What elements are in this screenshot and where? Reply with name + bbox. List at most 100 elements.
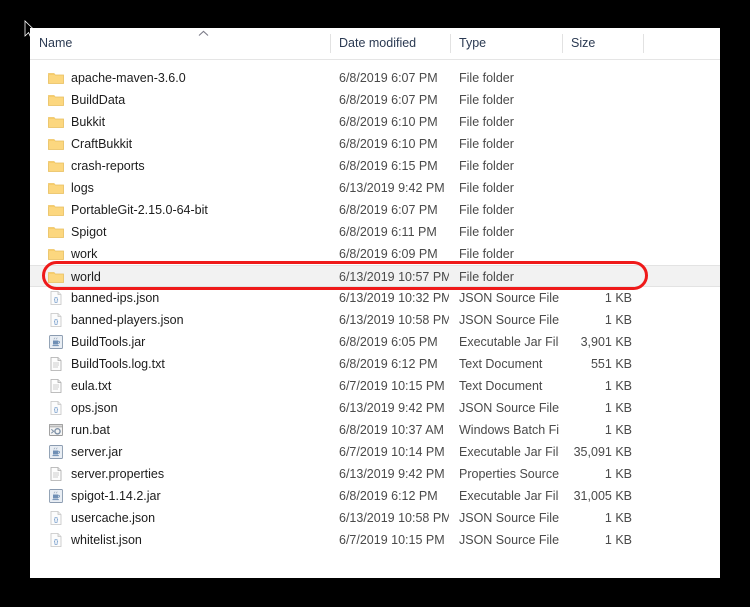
cell-date-modified: 6/8/2019 6:15 PM — [339, 159, 438, 173]
cell-type: File folder — [459, 93, 514, 107]
cell-file-name: PortableGit-2.15.0-64-bit — [71, 203, 208, 217]
cell-file-name: server.jar — [71, 445, 123, 459]
table-row[interactable]: spigot-1.14.2.jar 6/8/2019 6:12 PM Executa… — [30, 485, 720, 507]
table-row[interactable]: server.properties 6/13/2019 9:42 PM Proper… — [30, 463, 720, 485]
cell-file-name: CraftBukkit — [71, 137, 133, 151]
cell-type: JSON Source File — [459, 511, 559, 525]
cell-date-modified: 6/13/2019 10:32 PM — [339, 291, 449, 305]
table-row[interactable]: BuildTools.jar 6/8/2019 6:05 PM Executable… — [30, 331, 720, 353]
table-row[interactable]: {} banned-ips.json 6/13/2019 10:32 PM JSON … — [30, 287, 720, 309]
cell-size: 551 KB — [590, 357, 632, 371]
cell-date-modified: 6/13/2019 10:58 PM — [339, 511, 449, 525]
cell-date-modified: 6/7/2019 10:15 PM — [339, 533, 445, 547]
cell-size — [550, 155, 632, 177]
cell-size — [550, 199, 632, 221]
folder-icon — [48, 269, 64, 285]
jar-file-icon — [48, 334, 64, 350]
cell-file-name: work — [71, 247, 98, 261]
cell-type: File folder — [459, 181, 514, 195]
table-row[interactable]: BuildTools.log.txt 6/8/2019 6:12 PM Text D… — [30, 353, 720, 375]
cell-size — [550, 89, 632, 111]
table-row[interactable]: logs 6/13/2019 9:42 PM File folder — [30, 177, 720, 199]
cell-size: 1 KB — [604, 467, 632, 481]
cell-file-name: Bukkit — [71, 115, 106, 129]
cell-size: 1 KB — [604, 291, 632, 305]
table-row[interactable]: work 6/8/2019 6:09 PM File folder — [30, 243, 720, 265]
table-row[interactable]: BuildData 6/8/2019 6:07 PM File folder — [30, 89, 720, 111]
table-row[interactable]: PortableGit-2.15.0-64-bit 6/8/2019 6:07 P… — [30, 199, 720, 221]
cell-file-name: BuildData — [71, 93, 126, 107]
text-file-icon — [48, 466, 64, 482]
table-row[interactable]: Spigot 6/8/2019 6:11 PM File folder — [30, 221, 720, 243]
cell-date-modified: 6/13/2019 10:57 PM — [339, 270, 449, 284]
cell-date-modified: 6/8/2019 6:10 PM — [339, 115, 438, 129]
cell-file-name: banned-players.json — [71, 313, 184, 327]
cell-type: Text Document — [459, 379, 543, 393]
cell-file-name: apache-maven-3.6.0 — [71, 71, 186, 85]
cell-date-modified: 6/8/2019 6:10 PM — [339, 137, 438, 151]
batch-file-icon — [48, 422, 64, 438]
cell-file-name: crash-reports — [71, 159, 145, 173]
cell-size — [550, 67, 632, 89]
table-row[interactable]: world 6/13/2019 10:57 PM File folder — [30, 265, 720, 287]
column-header-date-modified[interactable]: Date modified — [330, 28, 450, 59]
cell-file-name: logs — [71, 181, 94, 195]
table-row[interactable]: {} usercache.json 6/13/2019 10:58 PM JSON S… — [30, 507, 720, 529]
jar-file-icon — [48, 488, 64, 504]
table-row[interactable]: apache-maven-3.6.0 6/8/2019 6:07 PM File f… — [30, 67, 720, 89]
table-row[interactable]: {} banned-players.json 6/13/2019 10:58 PM J… — [30, 309, 720, 331]
cell-date-modified: 6/8/2019 6:07 PM — [339, 93, 438, 107]
cell-date-modified: 6/13/2019 9:42 PM — [339, 181, 445, 195]
table-row[interactable]: crash-reports 6/8/2019 6:15 PM File folder — [30, 155, 720, 177]
cell-date-modified: 6/8/2019 6:12 PM — [339, 489, 438, 503]
table-row[interactable]: run.bat 6/8/2019 10:37 AM Windows Batch Fi… — [30, 419, 720, 441]
table-row[interactable]: Bukkit 6/8/2019 6:10 PM File folder — [30, 111, 720, 133]
cell-size: 1 KB — [604, 313, 632, 327]
cell-date-modified: 6/13/2019 10:58 PM — [339, 313, 449, 327]
folder-icon — [48, 114, 64, 130]
json-file-icon: {} — [48, 532, 64, 548]
column-header-type[interactable]: Type — [450, 28, 562, 59]
cell-type: JSON Source File — [459, 533, 559, 547]
table-row[interactable]: {} ops.json 6/13/2019 9:42 PM JSON Source F… — [30, 397, 720, 419]
json-file-icon: {} — [48, 400, 64, 416]
cell-file-name: whitelist.json — [71, 533, 142, 547]
column-header-size[interactable]: Size — [562, 28, 643, 59]
column-separator-4[interactable] — [643, 34, 644, 53]
cell-file-name: run.bat — [71, 423, 110, 437]
folder-icon — [48, 246, 64, 262]
table-row[interactable]: {} whitelist.json 6/7/2019 10:15 PM JSON So… — [30, 529, 720, 551]
cell-type: Properties Source ... — [459, 467, 559, 481]
cell-file-name: ops.json — [71, 401, 118, 415]
table-row[interactable]: CraftBukkit 6/8/2019 6:10 PM File folder — [30, 133, 720, 155]
cell-type: File folder — [459, 71, 514, 85]
text-file-icon — [48, 356, 64, 372]
folder-icon — [48, 136, 64, 152]
column-header-name[interactable]: Name — [30, 28, 330, 59]
cell-file-name: Spigot — [71, 225, 107, 239]
cell-date-modified: 6/7/2019 10:15 PM — [339, 379, 445, 393]
folder-icon — [48, 70, 64, 86]
cell-type: Text Document — [459, 357, 543, 371]
cell-size — [550, 133, 632, 155]
table-row[interactable]: server.jar 6/7/2019 10:14 PM Executable Ja… — [30, 441, 720, 463]
cell-date-modified: 6/13/2019 9:42 PM — [339, 467, 445, 481]
cell-date-modified: 6/7/2019 10:14 PM — [339, 445, 445, 459]
cell-file-name: server.properties — [71, 467, 165, 481]
cell-size — [550, 177, 632, 199]
folder-icon — [48, 180, 64, 196]
cell-file-name: banned-ips.json — [71, 291, 160, 305]
cell-type: File folder — [459, 115, 514, 129]
cell-file-name: BuildTools.log.txt — [71, 357, 165, 371]
cell-date-modified: 6/8/2019 6:07 PM — [339, 71, 438, 85]
table-row[interactable]: eula.txt 6/7/2019 10:15 PM Text Document 1 … — [30, 375, 720, 397]
cell-size — [550, 243, 632, 265]
text-file-icon — [48, 378, 64, 394]
cell-size: 1 KB — [604, 423, 632, 437]
cell-file-name: BuildTools.jar — [71, 335, 146, 349]
file-list: apache-maven-3.6.0 6/8/2019 6:07 PM File f… — [30, 59, 720, 578]
cell-size — [550, 266, 632, 288]
cell-type: Windows Batch File — [459, 423, 559, 437]
cell-date-modified: 6/8/2019 6:07 PM — [339, 203, 438, 217]
cell-type: Executable Jar File — [459, 335, 559, 349]
